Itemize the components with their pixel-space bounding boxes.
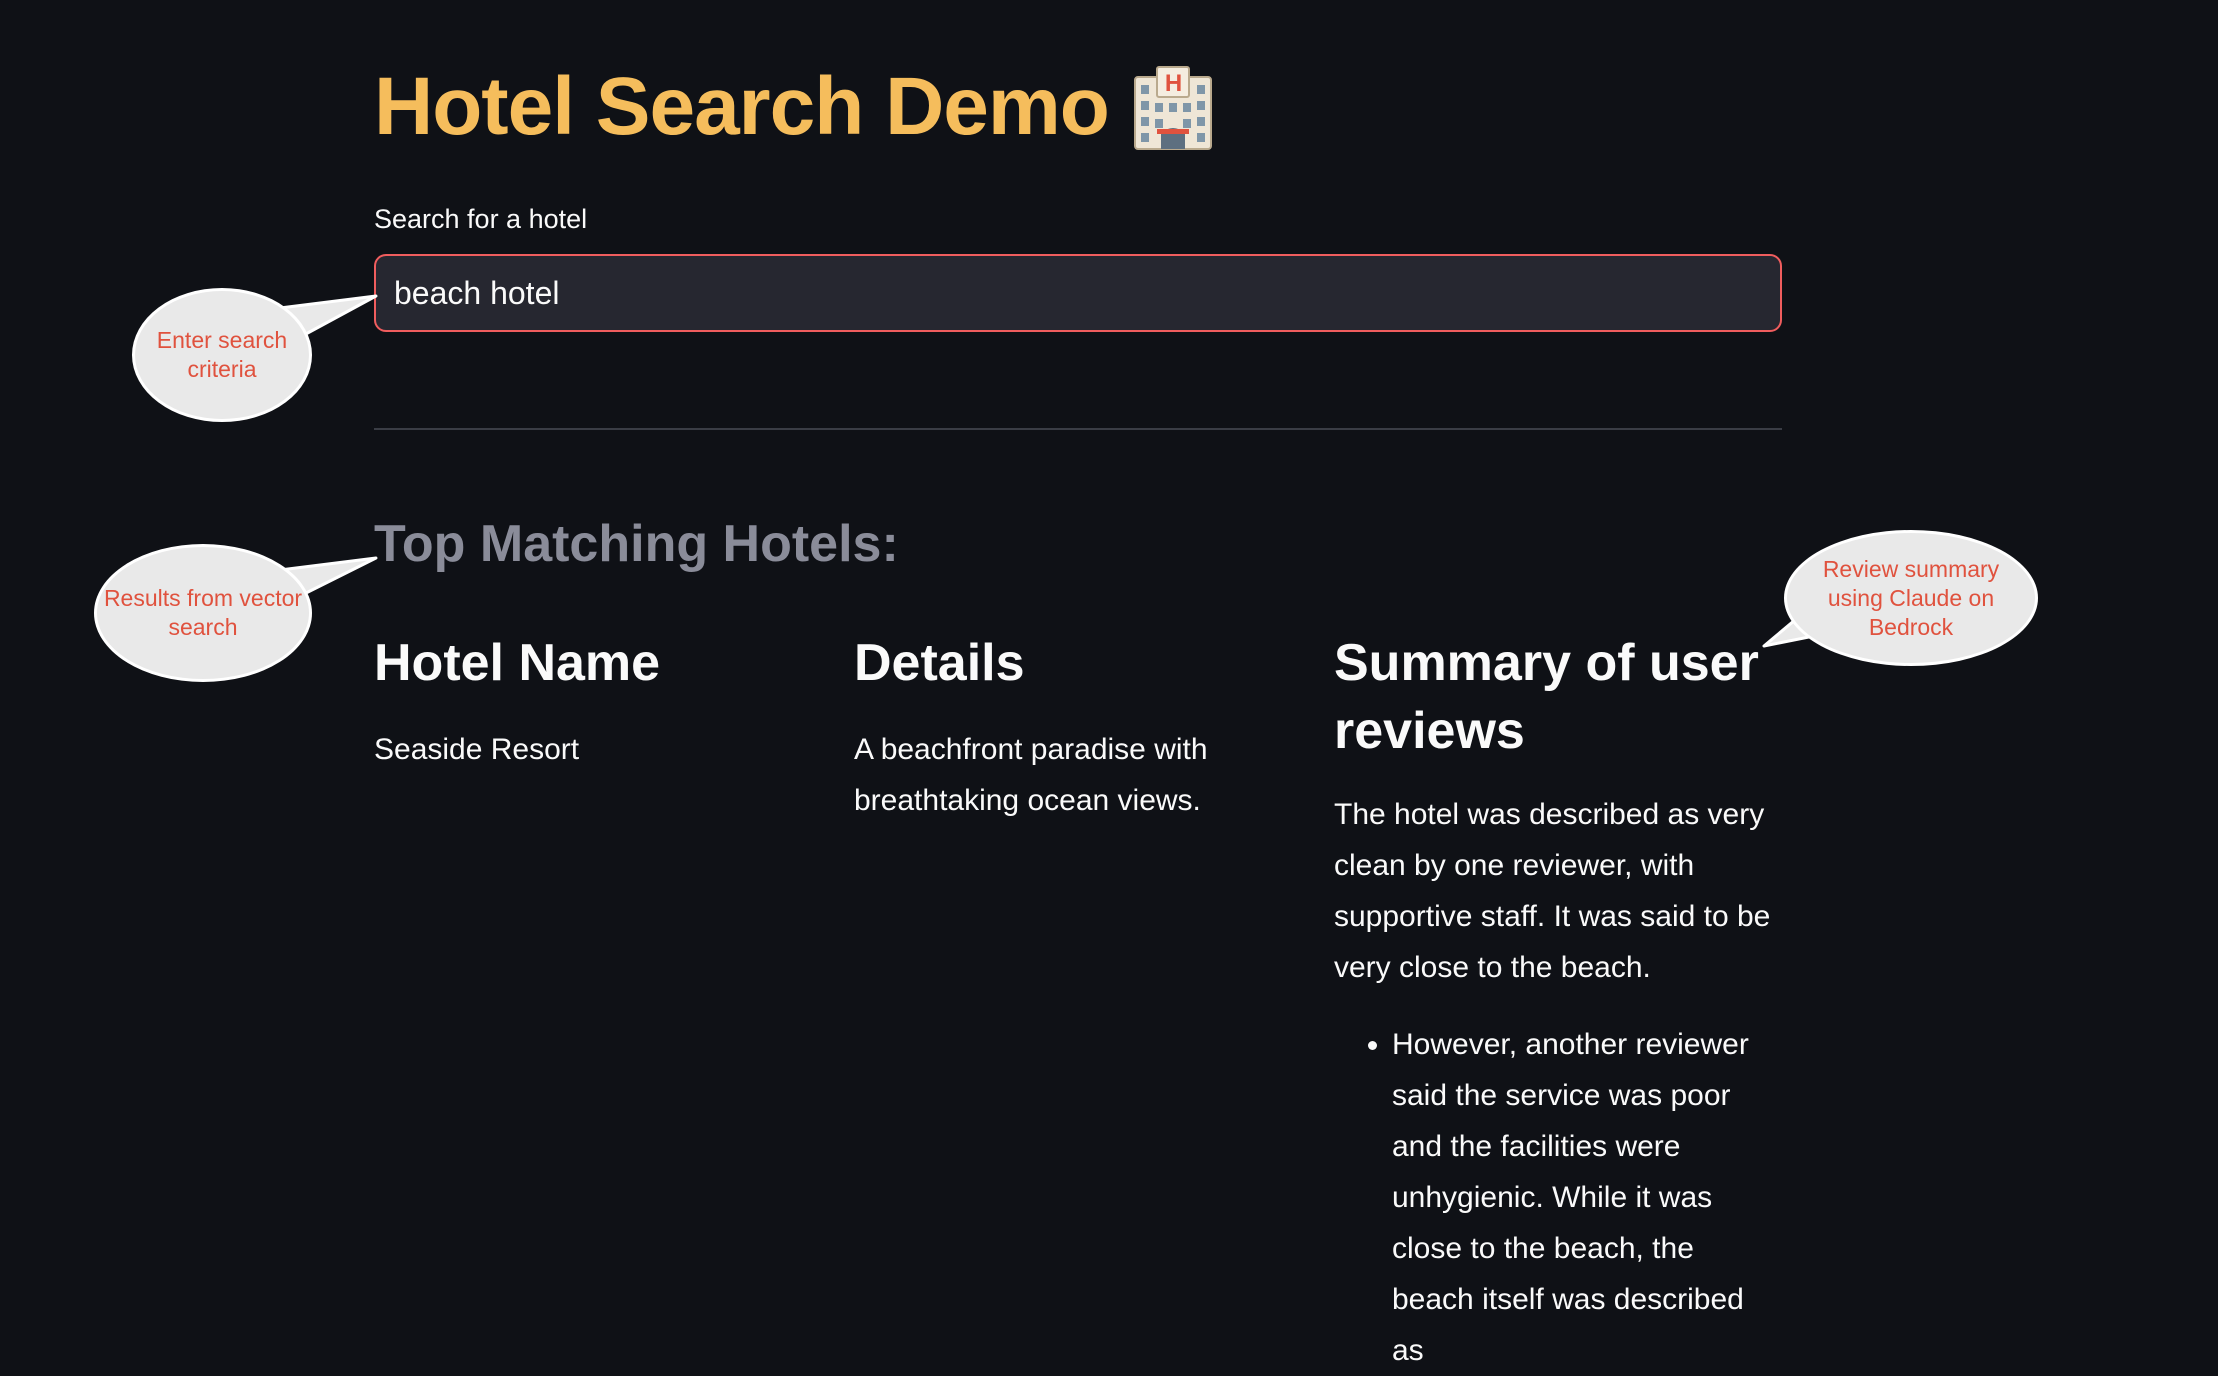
review-summary-column: Summary of user reviews The hotel was de… [1334,630,1782,1376]
svg-text:H: H [1165,70,1181,97]
page-title: Hotel Search Demo H [374,61,1215,152]
details-value: A beachfront paradise with breathtaking … [854,732,1208,817]
search-callout: Enter search criteria [132,288,312,422]
search-input[interactable] [374,254,1782,332]
summary-callout-text: Review summary using Claude on Bedrock [1822,555,2000,640]
hotel-icon: H [1131,63,1215,151]
details-column: Details A beachfront paradise with breat… [854,630,1294,826]
results-callout: Results from vector search [94,544,312,682]
review-summary-heading: Summary of user reviews [1334,634,1759,760]
search-label: Search for a hotel [374,204,588,234]
review-summary-list: However, another reviewer said the servi… [1334,1019,1782,1376]
page-title-text: Hotel Search Demo [374,61,1110,152]
hotel-name-column: Hotel Name Seaside Resort [374,630,814,775]
details-heading: Details [854,634,1025,692]
results-callout-text: Results from vector search [103,585,303,640]
divider [374,428,1782,430]
hotel-name-heading: Hotel Name [374,634,661,692]
search-callout-text: Enter search criteria [156,327,288,382]
list-item: However, another reviewer said the servi… [1392,1019,1782,1376]
summary-callout: Review summary using Claude on Bedrock [1784,530,2038,666]
hotel-name-value: Seaside Resort [374,732,580,766]
results-title: Top Matching Hotels: [374,515,899,573]
review-summary-text: The hotel was described as very clean by… [1334,798,1771,985]
